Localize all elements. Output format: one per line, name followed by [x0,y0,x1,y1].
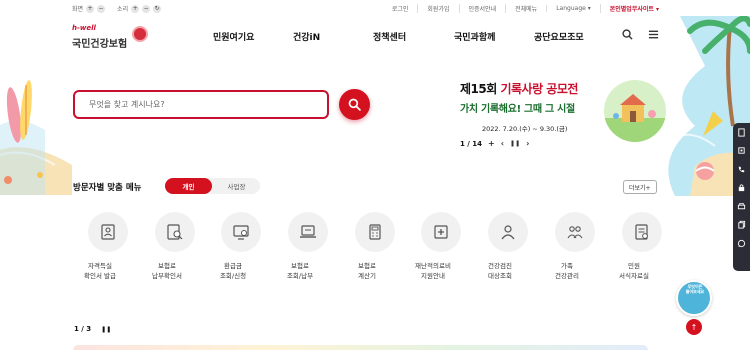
document-person-icon [87,212,128,252]
document-icon[interactable] [733,123,750,142]
copy-icon[interactable] [733,216,750,235]
scroll-top-button[interactable]: ↑ [686,319,702,335]
font-minus-button[interactable]: − [97,4,106,13]
banner-pager: 1 / 14 + ‹ ❚❚ › [460,139,529,148]
family-icon [554,212,595,252]
sound-label: 소리 [117,6,129,13]
visitor-type-toggle: 개인 사업장 [165,178,260,194]
menu-label: 보험료 납부확인서 [152,262,182,280]
banner-next-button[interactable]: › [526,139,529,148]
menu-item-forms[interactable]: 민원 서식자료실 [614,212,669,282]
mascot-icon [132,26,148,42]
banner-title: 제15회 기록사랑 공모전 [460,82,578,96]
menu-item-premium-pay[interactable]: 보험료 조회/납부 [280,212,335,282]
visitor-menu-title: 방문자별 맞춤 메뉴 [73,183,142,193]
lock-icon[interactable] [733,179,750,198]
search-input[interactable] [75,92,327,117]
chatbot-mascot[interactable]: 무엇이든 물어보세요 [676,280,712,316]
menu-item-medical-support[interactable]: 재난적의료비 지원안내 [413,212,468,282]
phone-icon[interactable] [733,160,750,179]
printer-icon[interactable] [733,197,750,216]
mobile-icon[interactable] [733,142,750,161]
menu-pager: 1 / 3 ❚❚ [74,325,111,333]
menu-item-refund[interactable]: 환급금 조회/신청 [213,212,268,282]
menu-label: 재난적의료비 지원안내 [415,262,451,280]
monitor-refund-icon [220,212,261,252]
utility-bar: 화면 + − 소리 + − ↻ 로그인 회원가입 인증서안내 전체메뉴 Lang… [0,0,750,16]
search-button[interactable] [339,89,370,120]
banner-date: 2022. 7.20.(수) ~ 9.30.(금) [482,125,568,133]
utility-links: 로그인 회원가입 인증서안내 전체메뉴 Language ▾ 본인별업무사이트 … [383,4,668,13]
menu-label: 보험료 계산기 [358,262,376,280]
site-logo[interactable]: h-well 국민건강보험 [72,24,150,50]
accessibility-controls: 화면 + − 소리 + − ↻ [72,4,162,13]
health-check-icon [487,212,528,252]
form-archive-icon [621,212,662,252]
menu-label: 자격득실 확인서 발급 [84,262,116,280]
menu-label: 보험료 조회/납부 [286,262,314,280]
beach-illustration-left [0,80,72,195]
more-button[interactable]: 더보기+ [623,180,657,194]
laptop-payment-icon [287,212,328,252]
menu-label: 가족 건강관리 [555,262,579,280]
font-size-label: 화면 [72,6,84,13]
banner-prev-button[interactable]: ‹ [501,139,504,148]
bottom-banner-strip [73,345,648,350]
language-select[interactable]: Language ▾ [546,5,600,12]
medical-support-icon [420,212,461,252]
certificate-link[interactable]: 인증서안내 [458,4,506,13]
sound-plus-button[interactable]: + [131,4,140,13]
menu-label: 민원 서식자료실 [619,262,649,280]
menu-page-count: 1 / 3 [74,325,92,333]
menu-item-calculator[interactable]: 보험료 계산기 [347,212,402,282]
biz-site-select[interactable]: 본인별업무사이트 ▾ [599,4,668,13]
calculator-icon [354,212,395,252]
menu-item-qualification[interactable]: 자격득실 확인서 발급 [80,212,135,282]
menu-item-payment-cert[interactable]: 보험료 납부확인서 [147,212,202,282]
menu-item-health-check[interactable]: 건강검진 대상조회 [480,212,535,282]
quick-menu-bar [733,123,750,271]
menu-item-family-health[interactable]: 가족 건강관리 [547,212,602,282]
login-link[interactable]: 로그인 [383,4,418,13]
logo-name: 국민건강보험 [72,39,128,50]
banner-more-button[interactable]: + [488,139,495,148]
nav-item-policy[interactable]: 정책센터 [373,30,406,43]
menu-pause-button[interactable]: ❚❚ [101,326,111,333]
tab-business[interactable]: 사업장 [213,178,260,194]
menu-label: 건강검진 대상조회 [488,262,512,280]
banner-pause-button[interactable]: ❚❚ [510,140,520,147]
banner-page-count: 1 / 14 [460,139,483,148]
search-box [73,90,329,119]
nav-item-together[interactable]: 국민과함께 [454,30,495,43]
font-plus-button[interactable]: + [86,4,95,13]
banner-subtitle: 가치 기록해요! 그때 그 시절 [460,104,575,115]
search-icon[interactable] [622,29,633,43]
search-icon [348,98,361,111]
nav-item-civil[interactable]: 민원여기요 [213,30,254,43]
menu-label: 환급금 조회/신청 [219,262,247,280]
tab-personal[interactable]: 개인 [165,178,212,194]
chat-icon[interactable] [733,234,750,253]
signup-link[interactable]: 회원가입 [417,4,458,13]
reset-button[interactable]: ↻ [153,4,162,13]
sound-minus-button[interactable]: − [142,4,151,13]
logo-brand: h-well [72,24,96,32]
document-search-icon [154,212,195,252]
sitemap-link[interactable]: 전체메뉴 [505,4,546,13]
nav-item-health[interactable]: 건강iN [293,30,320,43]
nav-item-about[interactable]: 공단요모조모 [534,30,584,43]
banner-illustration [604,80,666,142]
chatbot-label: 무엇이든 물어보세요 [685,284,705,294]
